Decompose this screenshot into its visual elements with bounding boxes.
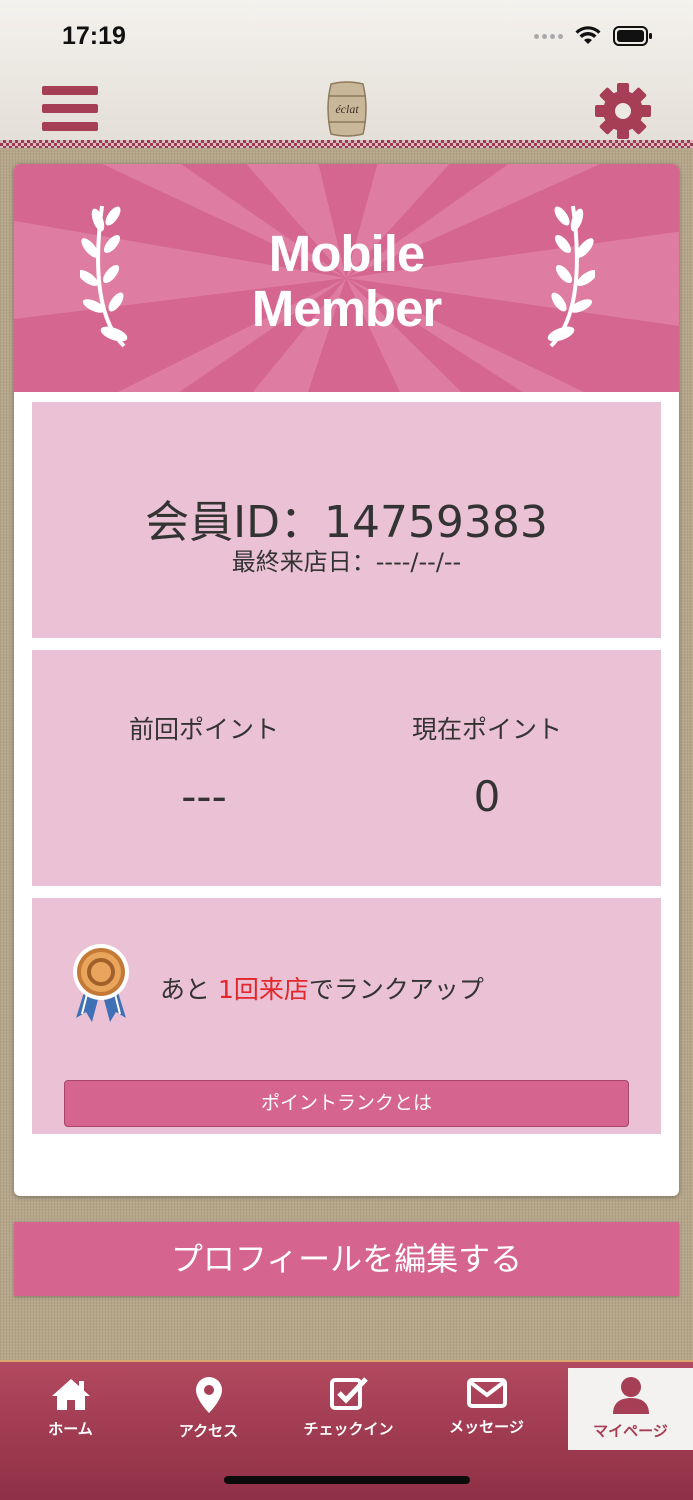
tab-message[interactable]: メッセージ (424, 1368, 549, 1450)
previous-points: 前回ポイント --- (54, 710, 354, 821)
member-card: Mobile Member 会員ID：14759383 最終来店日：----/-… (14, 164, 679, 1196)
app-header: 17:19 éclat (0, 0, 693, 146)
battery-icon (613, 26, 652, 46)
rank-text-suffix: でランクアップ (308, 975, 484, 1004)
map-pin-icon (195, 1377, 222, 1413)
home-icon (51, 1379, 90, 1410)
member-id-value: 14759383 (323, 497, 548, 548)
status-indicators (534, 26, 653, 46)
current-points-value: 0 (473, 772, 501, 821)
wifi-icon (575, 26, 601, 44)
cellular-signal-icon (534, 33, 563, 39)
tab-home[interactable]: ホーム (8, 1368, 133, 1450)
banner-title: Mobile Member (14, 226, 679, 336)
status-time: 17:19 (62, 22, 126, 50)
tab-message-label: メッセージ (449, 1418, 524, 1436)
current-points-label: 現在ポイント (411, 715, 562, 744)
last-visit-label: 最終来店日： (231, 548, 376, 576)
member-id-label: 会員ID： (145, 497, 324, 548)
points-panel: 前回ポイント --- 現在ポイント 0 (32, 650, 661, 886)
home-indicator[interactable] (224, 1476, 470, 1484)
last-visit: 最終来店日：----/--/-- (32, 542, 661, 577)
tab-access-label: アクセス (178, 1422, 239, 1440)
svg-text:éclat: éclat (335, 102, 359, 116)
edit-profile-button[interactable]: プロフィールを編集する (14, 1222, 679, 1296)
tab-mypage[interactable]: マイページ (568, 1368, 693, 1450)
menu-button[interactable] (42, 86, 100, 136)
checkbox-icon (329, 1377, 368, 1410)
rank-text-prefix: あと (160, 975, 218, 1004)
tab-mypage-label: マイページ (593, 1422, 668, 1440)
last-visit-value: ----/--/-- (375, 548, 462, 576)
header-divider (0, 140, 693, 148)
tab-home-label: ホーム (48, 1420, 93, 1438)
member-id-panel: 会員ID：14759383 最終来店日：----/--/-- (32, 402, 661, 638)
envelope-icon (466, 1378, 507, 1408)
current-points: 現在ポイント 0 (337, 710, 637, 821)
bronze-medal-icon (73, 944, 129, 1022)
banner-title-line2: Member (251, 280, 443, 337)
tab-checkin-label: チェックイン (303, 1420, 394, 1438)
tab-access[interactable]: アクセス (146, 1368, 271, 1450)
previous-points-label: 前回ポイント (128, 715, 279, 744)
previous-points-value: --- (181, 772, 227, 821)
member-id: 会員ID：14759383 (32, 486, 661, 550)
rank-up-message: あと 1回来店でランクアップ (160, 970, 484, 1006)
point-rank-info-button[interactable]: ポイントランクとは (64, 1080, 629, 1127)
tab-checkin[interactable]: チェックイン (286, 1368, 411, 1450)
member-banner: Mobile Member (14, 164, 679, 392)
settings-button[interactable] (594, 82, 652, 140)
rank-visits-needed: 1回来店 (217, 975, 309, 1004)
banner-title-line1: Mobile (268, 225, 426, 282)
rank-panel: あと 1回来店でランクアップ ポイントランクとは (32, 898, 661, 1134)
eclat-logo: éclat (327, 81, 367, 137)
person-icon (612, 1377, 649, 1414)
